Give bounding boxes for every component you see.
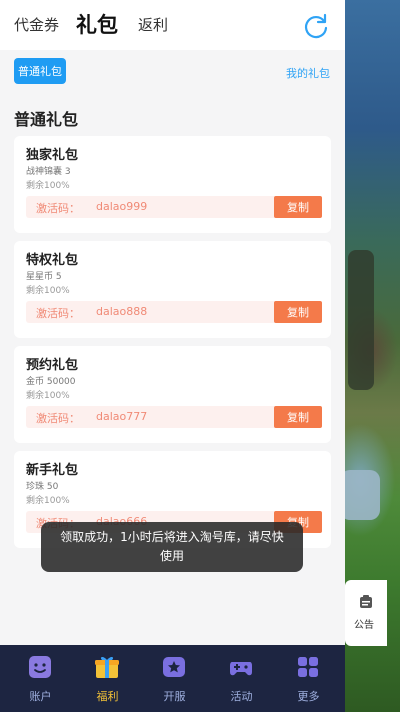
gift-remaining: 剩余100% bbox=[26, 181, 70, 191]
code-value: dalao777 bbox=[96, 410, 148, 423]
toast-line-2: 使用 bbox=[159, 549, 184, 563]
gamepad-icon bbox=[230, 662, 252, 676]
code-label: 激活码： bbox=[36, 202, 80, 215]
nav-more-label: 更多 bbox=[297, 690, 320, 703]
gift-name: 特权礼包 bbox=[26, 253, 79, 268]
nav-activity-label: 活动 bbox=[230, 690, 253, 703]
gift-card: 预约礼包 金币 50000 剩余100% 激活码： dalao777 复制 bbox=[14, 346, 331, 443]
gift-name: 新手礼包 bbox=[26, 463, 79, 478]
nav-activity[interactable]: 活动 bbox=[207, 645, 276, 712]
code-value: dalao999 bbox=[96, 200, 148, 213]
tab-voucher[interactable]: 代金券 bbox=[14, 14, 59, 35]
server-icon bbox=[163, 657, 185, 677]
game-scenery-pole bbox=[348, 250, 374, 390]
tab-gift[interactable]: 礼包 bbox=[76, 9, 118, 39]
tab-rebate[interactable]: 返利 bbox=[138, 14, 168, 35]
gift-item: 金币 50000 bbox=[26, 377, 76, 387]
nav-welfare[interactable]: 福利 bbox=[73, 645, 142, 712]
copy-button[interactable]: 复制 bbox=[274, 196, 322, 218]
gift-panel: 代金券 礼包 返利 普通礼包 我的礼包 普通礼包 独家礼包 战神锦囊 3 剩余1… bbox=[0, 0, 345, 645]
gift-card: 独家礼包 战神锦囊 3 剩余100% 激活码： dalao999 复制 bbox=[14, 136, 331, 233]
gift-box-icon bbox=[95, 656, 119, 678]
code-bar: 激活码： dalao999 复制 bbox=[26, 196, 322, 218]
refresh-icon[interactable] bbox=[302, 12, 330, 40]
announcement-icon bbox=[360, 595, 372, 608]
account-icon bbox=[29, 656, 51, 678]
gift-card: 特权礼包 星星币 5 剩余100% 激活码： dalao888 复制 bbox=[14, 241, 331, 338]
grid-icon bbox=[298, 657, 318, 677]
top-tab-bar: 代金券 礼包 返利 bbox=[0, 0, 345, 50]
gift-name: 预约礼包 bbox=[26, 358, 79, 373]
code-value: dalao888 bbox=[96, 305, 148, 318]
nav-welfare-label: 福利 bbox=[96, 690, 119, 703]
code-label: 激活码： bbox=[36, 412, 80, 425]
gift-item: 星星币 5 bbox=[26, 272, 62, 282]
copy-button[interactable]: 复制 bbox=[274, 406, 322, 428]
gift-remaining: 剩余100% bbox=[26, 391, 70, 401]
notice-button[interactable]: 公告 bbox=[345, 580, 387, 646]
section-title: 普通礼包 bbox=[14, 110, 79, 129]
notice-label: 公告 bbox=[354, 620, 374, 631]
game-scenery-rock bbox=[340, 470, 380, 520]
nav-account[interactable]: 账户 bbox=[6, 645, 75, 712]
code-bar: 激活码： dalao888 复制 bbox=[26, 301, 322, 323]
my-gifts-link[interactable]: 我的礼包 bbox=[286, 65, 330, 81]
code-bar: 激活码： dalao777 复制 bbox=[26, 406, 322, 428]
toast-message: 领取成功，1小时后将进入淘号库，请尽快 使用 bbox=[41, 522, 303, 572]
gift-name: 独家礼包 bbox=[26, 148, 79, 163]
gift-item: 珍珠 50 bbox=[26, 482, 59, 492]
gift-remaining: 剩余100% bbox=[26, 286, 70, 296]
nav-more[interactable]: 更多 bbox=[274, 645, 343, 712]
gift-remaining: 剩余100% bbox=[26, 496, 70, 506]
nav-account-label: 账户 bbox=[29, 690, 52, 703]
gift-item: 战神锦囊 3 bbox=[26, 167, 71, 177]
nav-server[interactable]: 开服 bbox=[140, 645, 209, 712]
nav-server-label: 开服 bbox=[163, 690, 186, 703]
bottom-nav: 账户 福利 开服 活动 更多 bbox=[0, 645, 345, 712]
normal-gift-chip[interactable]: 普通礼包 bbox=[14, 58, 66, 84]
copy-button[interactable]: 复制 bbox=[274, 301, 322, 323]
code-label: 激活码： bbox=[36, 307, 80, 320]
toast-line-1: 领取成功，1小时后将进入淘号库，请尽快 bbox=[60, 530, 284, 544]
